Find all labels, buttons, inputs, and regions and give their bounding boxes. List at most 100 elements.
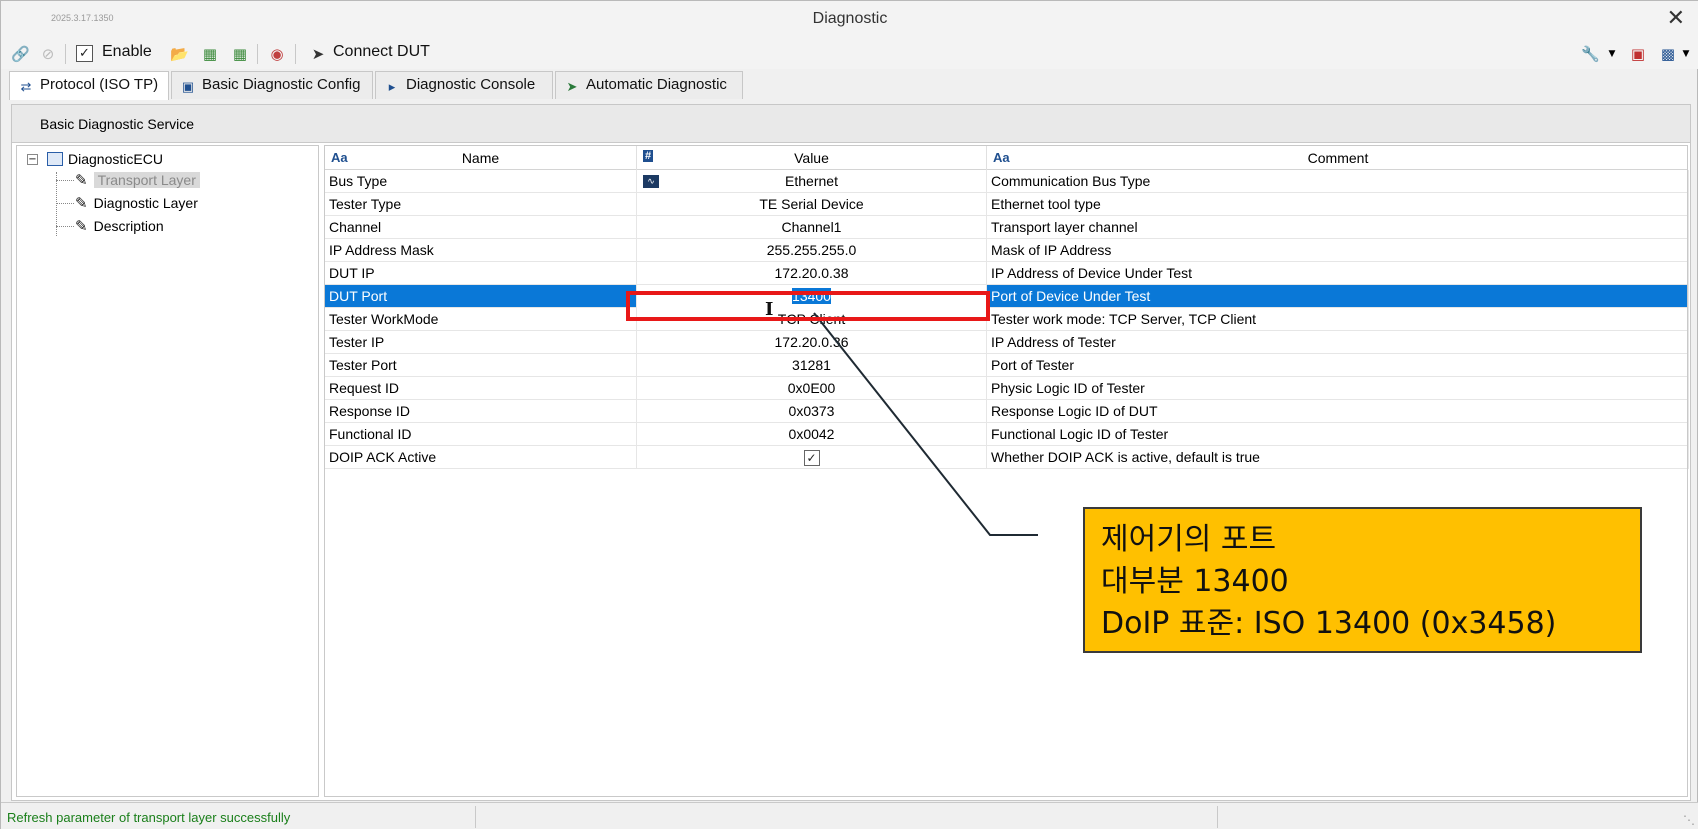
cell-value[interactable]: 31281 xyxy=(637,354,987,377)
tree-item-transport-layer[interactable]: ✎ Transport Layer xyxy=(75,171,200,189)
table-row-selected[interactable]: DUT Port 13400 Port of Device Under Test xyxy=(325,285,1689,308)
cell-comment: Tester work mode: TCP Server, TCP Client xyxy=(987,308,1689,331)
column-title: Value xyxy=(794,150,829,166)
table-row[interactable]: Bus Type ∿ Ethernet Communication Bus Typ… xyxy=(325,170,1689,193)
cell-value[interactable]: 0x0373 xyxy=(637,400,987,423)
cursor-icon[interactable]: ➤ xyxy=(309,45,327,63)
cell-name: Tester Type xyxy=(325,193,637,216)
cell-value[interactable]: ∿ Ethernet xyxy=(637,170,987,193)
export-icon[interactable]: ▦ xyxy=(231,45,249,63)
status-separator xyxy=(475,806,476,828)
table-row[interactable]: Channel Channel1 Transport layer channel xyxy=(325,216,1689,239)
cell-comment: IP Address of Device Under Test xyxy=(987,262,1689,285)
cell-comment: Response Logic ID of DUT xyxy=(987,400,1689,423)
cell-value[interactable]: ✓ xyxy=(637,446,987,469)
cell-value[interactable]: Channel1 xyxy=(637,216,987,239)
cell-comment: Mask of IP Address xyxy=(987,239,1689,262)
cell-name: Tester Port xyxy=(325,354,637,377)
window-icon: ▣ xyxy=(181,79,195,94)
cell-name: Bus Type xyxy=(325,170,637,193)
cell-comment: Port of Tester xyxy=(987,354,1689,377)
column-title: Comment xyxy=(1307,150,1369,166)
link-icon[interactable]: 🔗 xyxy=(11,45,30,63)
status-bar: Refresh parameter of transport layer suc… xyxy=(1,802,1698,829)
table-row[interactable]: Functional ID 0x0042 Functional Logic ID… xyxy=(325,423,1689,446)
cell-value[interactable]: TE Serial Device xyxy=(637,193,987,216)
table-row[interactable]: DUT IP 172.20.0.38 IP Address of Device … xyxy=(325,262,1689,285)
cell-name: DUT Port xyxy=(325,285,637,308)
dut-port-highlight-box xyxy=(626,291,990,321)
wrench-icon[interactable]: 🔧 xyxy=(1581,45,1600,63)
import-icon[interactable]: ▦ xyxy=(201,45,219,63)
cell-comment: IP Address of Tester xyxy=(987,331,1689,354)
pencil-icon: ✎ xyxy=(75,172,88,189)
cell-name: DUT IP xyxy=(325,262,637,285)
enable-label: Enable xyxy=(102,43,152,60)
cell-value[interactable]: 0x0E00 xyxy=(637,377,987,400)
table-row[interactable]: Request ID 0x0E00 Physic Logic ID of Tes… xyxy=(325,377,1689,400)
chevron-down-icon[interactable]: ▼ xyxy=(1603,45,1621,63)
tree-item-diagnostic-layer[interactable]: ✎ Diagnostic Layer xyxy=(75,194,198,212)
close-panel-icon[interactable]: ▣ xyxy=(1629,45,1647,63)
cell-name: Request ID xyxy=(325,377,637,400)
cell-value[interactable]: 172.20.0.38 xyxy=(637,262,987,285)
table-row[interactable]: IP Address Mask 255.255.255.0 Mask of IP… xyxy=(325,239,1689,262)
tab-automatic-diagnostic[interactable]: ➤ Automatic Diagnostic xyxy=(555,71,743,99)
headset-icon[interactable]: ◉ xyxy=(268,45,286,63)
cell-name: DOIP ACK Active xyxy=(325,446,637,469)
open-folder-icon[interactable]: 📂 xyxy=(170,45,189,63)
cell-name: Tester WorkMode xyxy=(325,308,637,331)
cell-name: Channel xyxy=(325,216,637,239)
table-row[interactable]: Tester WorkMode TCP Client Tester work m… xyxy=(325,308,1689,331)
tree-item-label: Transport Layer xyxy=(93,172,200,188)
cell-value[interactable]: 0x0042 xyxy=(637,423,987,446)
layout-icon[interactable]: ▩ xyxy=(1659,45,1677,63)
status-separator xyxy=(1217,806,1218,828)
tab-basic-diagnostic-config[interactable]: ▣ Basic Diagnostic Config xyxy=(171,71,373,99)
collapse-icon[interactable]: − xyxy=(27,154,38,165)
cell-name: Tester IP xyxy=(325,331,637,354)
doip-ack-checkbox[interactable]: ✓ xyxy=(803,450,820,467)
cell-comment: Ethernet tool type xyxy=(987,193,1689,216)
cell-comment: Functional Logic ID of Tester xyxy=(987,423,1689,446)
cell-comment: Port of Device Under Test xyxy=(987,285,1689,308)
table-row[interactable]: Tester Type TE Serial Device Ethernet to… xyxy=(325,193,1689,216)
unlink-icon[interactable]: ⊘ xyxy=(39,45,57,63)
column-header-value[interactable]: # Value xyxy=(637,146,987,170)
status-message: Refresh parameter of transport layer suc… xyxy=(7,810,291,825)
table-row[interactable]: Tester IP 172.20.0.36 IP Address of Test… xyxy=(325,331,1689,354)
table-row[interactable]: Response ID 0x0373 Response Logic ID of … xyxy=(325,400,1689,423)
toolbar-separator xyxy=(295,44,296,64)
ecu-icon xyxy=(47,152,63,166)
connect-dut-button[interactable]: Connect DUT xyxy=(333,43,430,61)
tab-diagnostic-console[interactable]: ▸ Diagnostic Console xyxy=(375,71,553,99)
protocol-icon: ⇄ xyxy=(20,79,32,94)
resize-grip-icon[interactable]: ⋱ xyxy=(1683,813,1695,827)
toolbar: 🔗 ⊘ ✓ Enable 📂 ▦ ▦ ◉ ➤ Connect DUT 🔧 ▼ ▣… xyxy=(1,39,1698,69)
cell-value[interactable]: 255.255.255.0 xyxy=(637,239,987,262)
tab-protocol[interactable]: ⇄ Protocol (ISO TP) xyxy=(9,71,169,100)
text-cursor-icon: I xyxy=(765,299,774,320)
close-icon[interactable]: ✕ xyxy=(1667,6,1685,32)
chevron-down-icon[interactable]: ▼ xyxy=(1677,45,1695,63)
table-row[interactable]: Tester Port 31281 Port of Tester xyxy=(325,354,1689,377)
cell-value[interactable]: 172.20.0.36 xyxy=(637,331,987,354)
cell-comment: Physic Logic ID of Tester xyxy=(987,377,1689,400)
cell-value-text: Ethernet xyxy=(785,173,838,189)
tab-strip: ⇄ Protocol (ISO TP) ▣ Basic Diagnostic Con… xyxy=(1,71,1698,100)
cell-comment: Whether DOIP ACK is active, default is t… xyxy=(987,446,1689,469)
column-header-comment[interactable]: Aa Comment xyxy=(987,146,1689,170)
title-bar: 2025.3.17.1350 Diagnostic ✕ xyxy=(1,1,1698,39)
tree-item-description[interactable]: ✎ Description xyxy=(75,217,164,235)
tree-item-label: Description xyxy=(93,218,164,234)
enable-checkbox[interactable]: ✓ xyxy=(76,45,93,62)
toolbar-separator xyxy=(65,44,66,64)
cell-name: IP Address Mask xyxy=(325,239,637,262)
tab-label: Automatic Diagnostic xyxy=(586,76,727,93)
tree-root[interactable]: DiagnosticECU xyxy=(47,151,163,167)
table-row[interactable]: DOIP ACK Active ✓ Whether DOIP ACK is ac… xyxy=(325,446,1689,469)
tree-connector xyxy=(56,226,74,227)
column-header-name[interactable]: Aa Name xyxy=(325,146,637,170)
cell-name: Functional ID xyxy=(325,423,637,446)
send-icon: ➤ xyxy=(566,79,578,94)
